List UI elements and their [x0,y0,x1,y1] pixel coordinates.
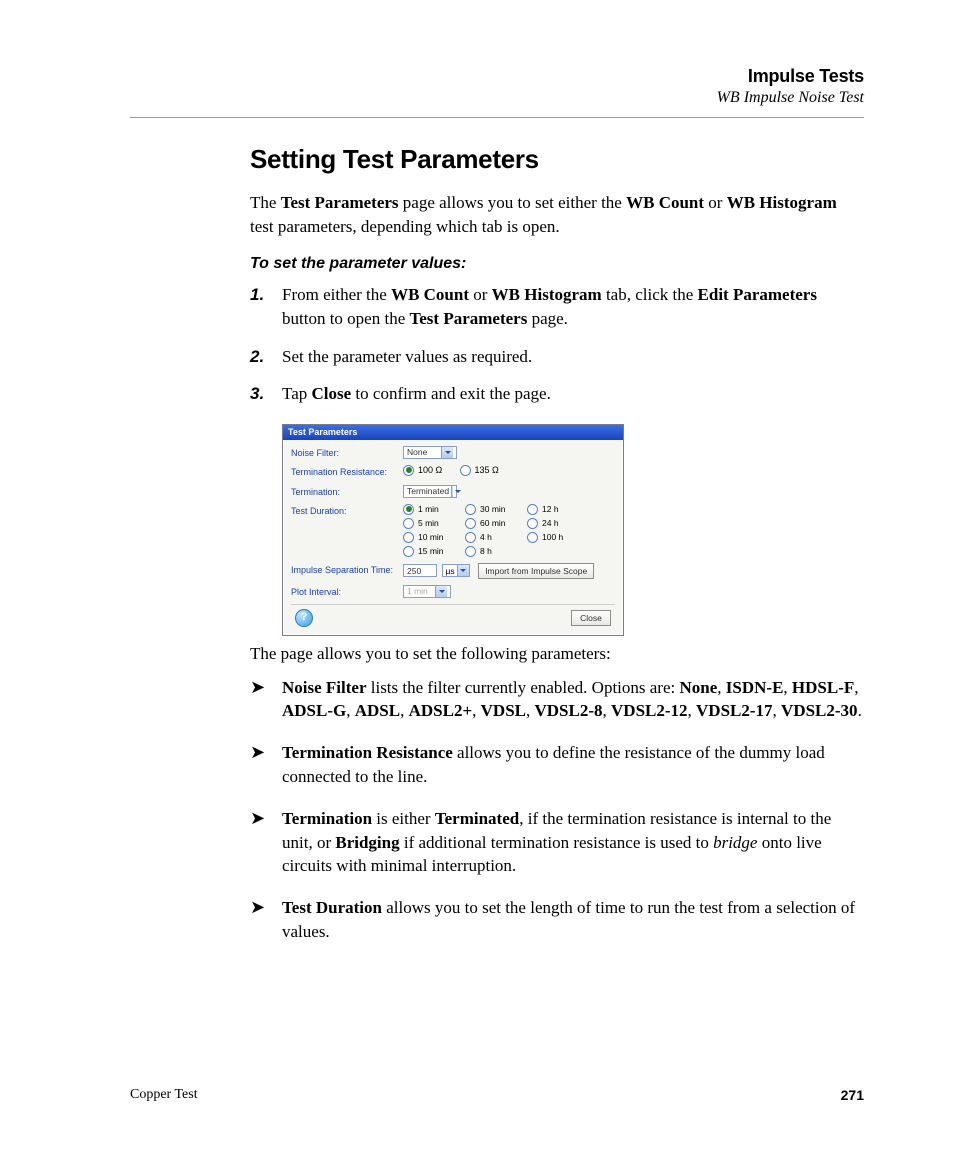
plot-interval-label: Plot Interval: [291,585,403,598]
duration-radio[interactable]: 24 h [527,518,571,529]
duration-radio[interactable]: 4 h [465,532,511,543]
duration-radio[interactable]: 10 min [403,532,449,543]
chevron-down-icon [451,486,453,497]
termination-label: Termination: [291,485,403,498]
duration-radio[interactable]: 12 h [527,504,571,515]
bullet-termination: ➤ Termination is either Terminated, if t… [250,807,864,878]
page-number: 271 [841,1087,864,1103]
impulse-separation-label: Impulse Separation Time: [291,563,403,576]
chevron-down-icon [457,565,469,576]
bullet-term-resistance: ➤ Termination Resistance allows you to d… [250,741,864,789]
step-1: 1. From either the WB Count or WB Histog… [250,283,864,331]
noise-filter-combo[interactable]: None [403,446,457,459]
duration-radio[interactable]: 15 min [403,546,449,557]
page-footer: Copper Test 271 [130,1087,864,1103]
plot-interval-combo: 1 min [403,585,451,598]
duration-radio[interactable]: 30 min [465,504,511,515]
test-parameters-dialog: Test Parameters Noise Filter: None Termi… [282,424,624,636]
chevron-down-icon [441,447,453,458]
duration-radio[interactable]: 1 min [403,504,449,515]
termination-resistance-label: Termination Resistance: [291,465,403,478]
after-figure-text: The page allows you to set the following… [250,642,864,666]
arrow-icon: ➤ [250,743,265,761]
duration-radio[interactable]: 8 h [465,546,511,557]
chevron-down-icon [435,586,447,597]
noise-filter-label: Noise Filter: [291,446,403,459]
impulse-separation-unit[interactable]: µs [442,564,470,577]
duration-radio[interactable]: 5 min [403,518,449,529]
bullet-noise-filter: ➤ Noise Filter lists the filter currentl… [250,676,864,724]
duration-radio[interactable]: 60 min [465,518,511,529]
bullet-test-duration: ➤ Test Duration allows you to set the le… [250,896,864,944]
section-title: Setting Test Parameters [250,144,864,175]
close-button[interactable]: Close [571,610,611,626]
arrow-icon: ➤ [250,678,265,696]
header-title: Impulse Tests [130,66,864,87]
term-res-135-radio[interactable]: 135 Ω [460,465,504,476]
header-subtitle: WB Impulse Noise Test [130,89,864,107]
arrow-icon: ➤ [250,898,265,916]
term-res-100-radio[interactable]: 100 Ω [403,465,447,476]
dialog-title: Test Parameters [283,425,623,440]
help-icon[interactable]: ? [295,609,313,627]
step-3: 3. Tap Close to confirm and exit the pag… [250,382,864,406]
arrow-icon: ➤ [250,809,265,827]
termination-combo[interactable]: Terminated [403,485,457,498]
step-2: 2. Set the parameter values as required. [250,345,864,369]
duration-radio[interactable]: 100 h [527,532,571,543]
intro-paragraph: The Test Parameters page allows you to s… [250,191,864,239]
footer-left: Copper Test [130,1087,198,1103]
import-from-impulse-scope-button[interactable]: Import from Impulse Scope [478,563,594,579]
test-duration-label: Test Duration: [291,504,403,517]
header-rule [130,117,864,118]
impulse-separation-input[interactable]: 250 [403,564,437,577]
subheading: To set the parameter values: [250,253,864,275]
